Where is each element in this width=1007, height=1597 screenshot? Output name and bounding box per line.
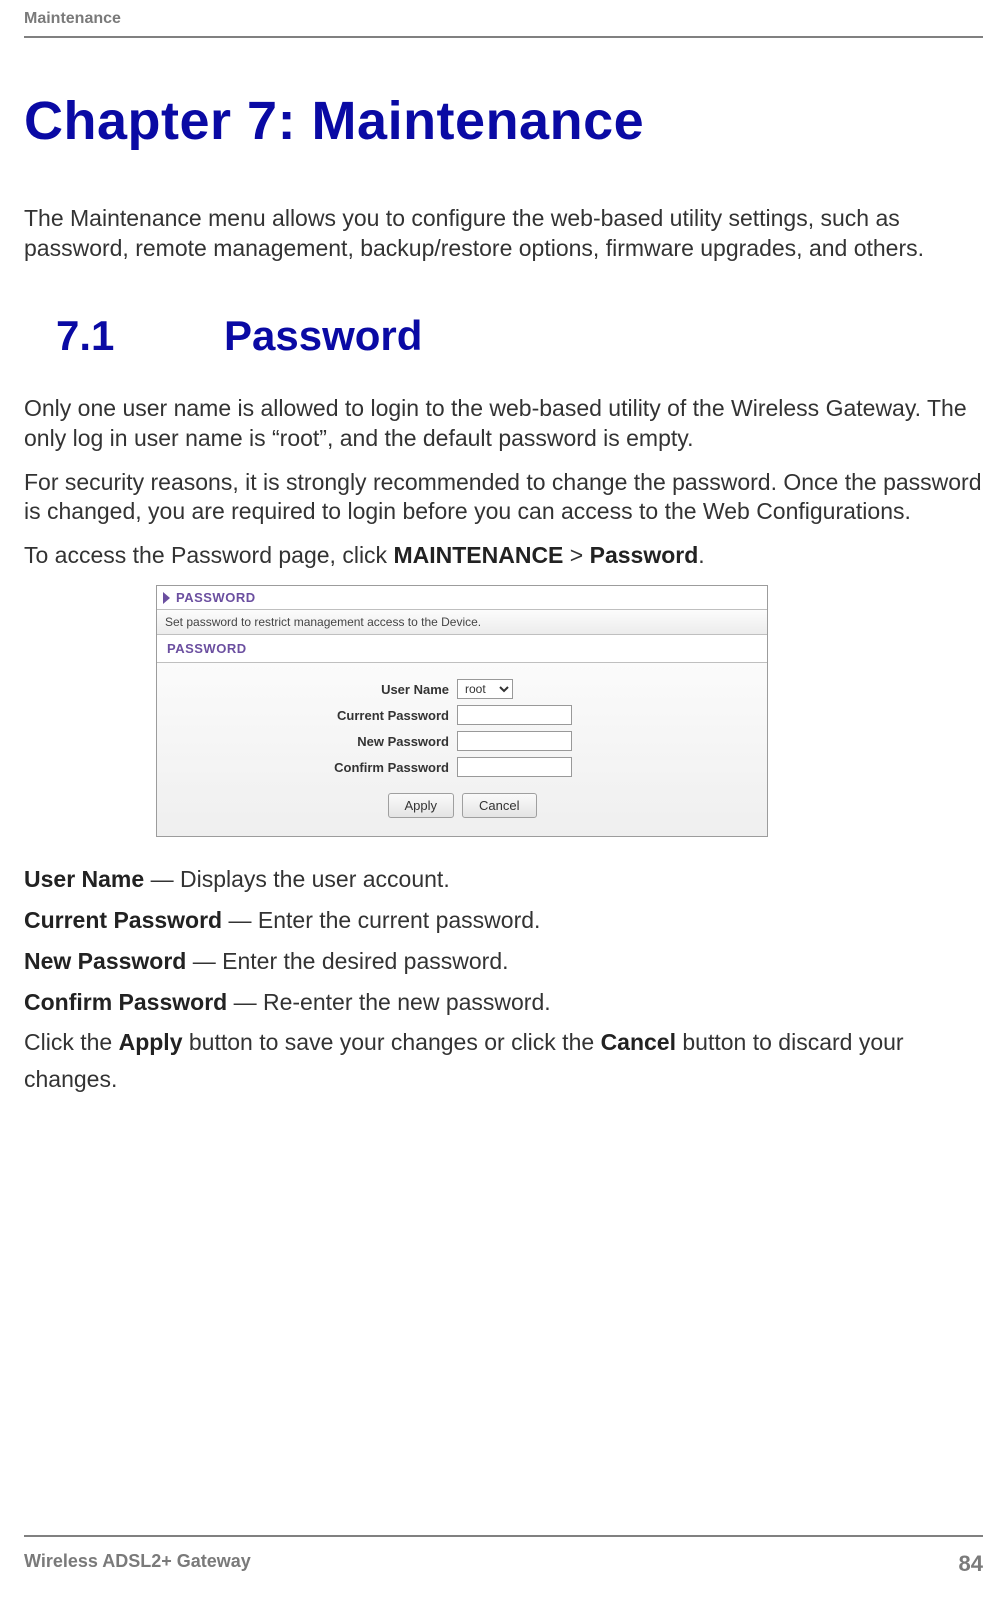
- user-name-select[interactable]: root: [457, 679, 513, 699]
- def-new-text: — Enter the desired password.: [186, 948, 508, 974]
- chapter-intro: The Maintenance menu allows you to confi…: [24, 204, 983, 264]
- label-confirm-password: Confirm Password: [157, 760, 457, 775]
- access-password: Password: [590, 542, 699, 568]
- final-cancel: Cancel: [601, 1029, 676, 1055]
- access-maintenance: MAINTENANCE: [393, 542, 563, 568]
- def-user-name-text: — Displays the user account.: [144, 866, 450, 892]
- panel-caption: Set password to restrict management acce…: [157, 610, 767, 635]
- panel-body: User Name root Current Password New Pass…: [157, 663, 767, 836]
- confirm-password-input[interactable]: [457, 757, 572, 777]
- footer-product: Wireless ADSL2+ Gateway: [24, 1551, 251, 1577]
- label-current-password: Current Password: [157, 708, 457, 723]
- field-definitions: User Name — Displays the user account. C…: [24, 861, 983, 1098]
- running-header: Maintenance: [24, 10, 983, 36]
- password-panel: PASSWORD Set password to restrict manage…: [156, 585, 768, 837]
- footer-page-number: 84: [959, 1551, 983, 1577]
- def-confirm-text: — Re-enter the new password.: [227, 989, 550, 1015]
- def-new-label: New Password: [24, 948, 186, 974]
- panel-title-text: PASSWORD: [176, 590, 256, 605]
- def-current-label: Current Password: [24, 907, 222, 933]
- section-access-path: To access the Password page, click MAINT…: [24, 541, 983, 571]
- section-para-1: Only one user name is allowed to login t…: [24, 394, 983, 454]
- section-number: 7.1: [24, 312, 224, 360]
- chapter-title: Chapter 7: Maintenance: [24, 90, 983, 152]
- access-separator: >: [563, 542, 589, 568]
- def-user-name-label: User Name: [24, 866, 144, 892]
- panel-title-bar: PASSWORD: [157, 586, 767, 610]
- section-para-2: For security reasons, it is strongly rec…: [24, 468, 983, 528]
- cancel-button[interactable]: Cancel: [462, 793, 536, 818]
- def-current-text: — Enter the current password.: [222, 907, 540, 933]
- new-password-input[interactable]: [457, 731, 572, 751]
- final-pre: Click the: [24, 1029, 119, 1055]
- label-user-name: User Name: [157, 682, 457, 697]
- access-post: .: [698, 542, 704, 568]
- apply-button[interactable]: Apply: [388, 793, 455, 818]
- label-new-password: New Password: [157, 734, 457, 749]
- def-confirm-label: Confirm Password: [24, 989, 227, 1015]
- final-mid: button to save your changes or click the: [182, 1029, 600, 1055]
- access-pre: To access the Password page, click: [24, 542, 393, 568]
- section-heading: 7.1Password: [24, 312, 983, 360]
- triangle-icon: [163, 592, 170, 604]
- panel-subtitle: PASSWORD: [157, 635, 767, 663]
- section-title: Password: [224, 312, 422, 359]
- page-footer: Wireless ADSL2+ Gateway 84: [24, 1535, 983, 1597]
- current-password-input[interactable]: [457, 705, 572, 725]
- final-apply: Apply: [119, 1029, 183, 1055]
